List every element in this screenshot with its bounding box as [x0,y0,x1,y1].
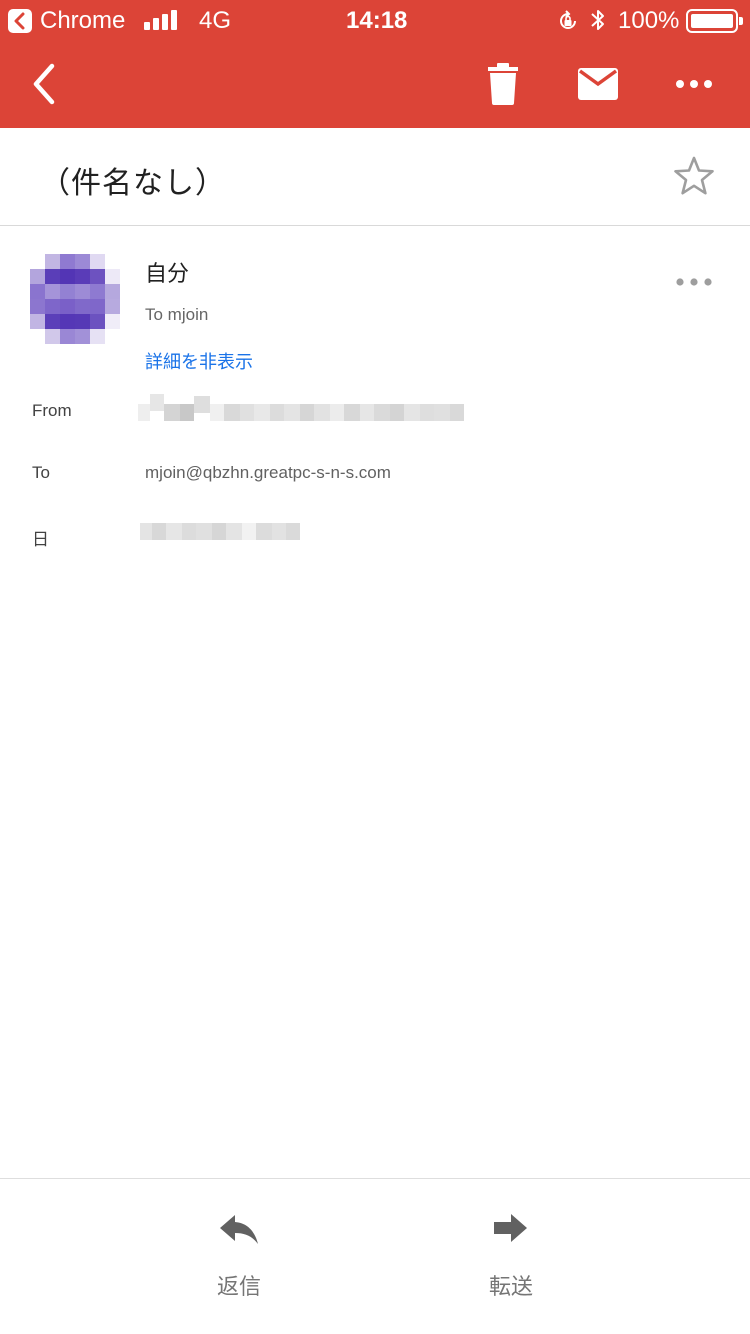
reply-icon [220,1215,258,1244]
reply-label: 返信 [216,1274,261,1299]
more-icon [676,80,712,88]
battery-fill [691,14,733,28]
forward-label: 転送 [488,1274,533,1299]
network-type: 4G [199,7,232,34]
forward-button[interactable]: 転送 [451,1211,571,1311]
forward-icon [494,1214,527,1242]
email-view-screen: Chrome 4G 14:18 100% （件名なし） 自分 To mjoin … [0,0,750,1334]
rotation-lock-icon [560,10,576,29]
back-to-app-label[interactable]: Chrome [40,7,125,35]
from-value-redacted [138,394,464,421]
signal-icon [144,10,180,30]
more-icon [676,278,712,286]
back-icon [33,63,55,105]
star-button[interactable] [672,154,716,198]
mail-icon [578,68,618,100]
email-subject: （件名なし） [40,167,226,200]
status-bar: Chrome 4G 14:18 100% [0,0,750,40]
message-more-button[interactable] [672,268,716,296]
date-label: 日 [32,530,49,549]
back-to-app-icon[interactable] [8,9,32,33]
subject-row: （件名なし） [0,128,750,226]
status-time: 14:18 [346,7,408,34]
bluetooth-icon [591,10,604,30]
date-value-redacted [140,523,300,540]
to-label: To [32,463,50,482]
back-button[interactable] [24,60,68,108]
delete-button[interactable] [482,62,524,106]
recipient-summary: To mjoin [145,305,209,324]
trash-icon [488,63,518,105]
more-options-button[interactable] [672,70,716,98]
battery-tip [739,17,743,25]
reply-button[interactable]: 返信 [179,1211,299,1311]
hide-details-link[interactable]: 詳細を非表示 [145,348,253,374]
from-label: From [32,401,72,420]
bottom-action-bar: 返信 転送 [0,1178,750,1334]
to-address: mjoin@qbzhn.greatpc-s-n-s.com [145,463,391,482]
avatar [30,254,120,344]
star-icon [674,156,714,195]
battery-percent: 100% [618,7,680,34]
battery-icon [686,9,743,33]
mark-unread-button[interactable] [574,64,622,104]
app-bar [0,40,750,128]
sender-name: 自分 [145,261,190,286]
